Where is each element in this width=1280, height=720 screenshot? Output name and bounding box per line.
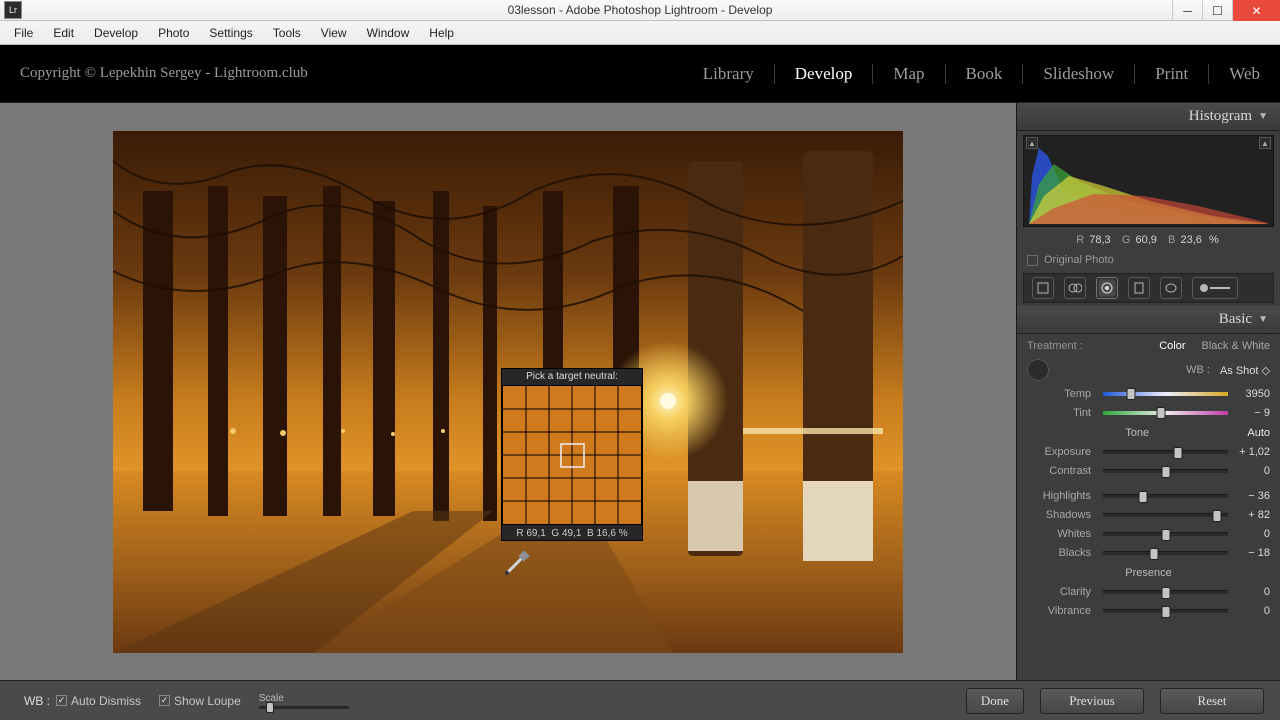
menu-bar: File Edit Develop Photo Settings Tools V…	[0, 21, 1280, 45]
chevron-down-icon: ▼	[1258, 314, 1268, 325]
module-bar: Copyright © Lepekhin Sergey - Lightroom.…	[0, 45, 1280, 103]
scale-slider[interactable]: Scale	[259, 693, 349, 709]
image-canvas[interactable]: Pick a target neutral:	[0, 103, 1017, 680]
highlights-slider[interactable]	[1103, 494, 1228, 498]
temp-label: Temp	[1027, 388, 1091, 400]
highlights-label: Highlights	[1027, 490, 1091, 502]
highlights-value[interactable]: − 36	[1234, 490, 1270, 502]
shadows-value[interactable]: + 82	[1234, 509, 1270, 521]
whites-slider[interactable]	[1103, 532, 1228, 536]
menu-window[interactable]: Window	[357, 23, 420, 43]
auto-dismiss-toggle[interactable]: ✓Auto Dismiss	[56, 694, 141, 708]
maximize-button[interactable]: ☐	[1202, 0, 1232, 21]
gradient-tool-icon[interactable]	[1128, 277, 1150, 299]
loupe-hint: Pick a target neutral:	[502, 369, 642, 385]
shadows-slider[interactable]	[1103, 513, 1228, 517]
checkbox-icon[interactable]	[1027, 255, 1038, 266]
clarity-slider[interactable]	[1103, 590, 1228, 594]
shadows-label: Shadows	[1027, 509, 1091, 521]
auto-tone-button[interactable]: Auto	[1247, 427, 1270, 439]
module-print[interactable]: Print	[1135, 64, 1209, 84]
module-book[interactable]: Book	[946, 64, 1024, 84]
module-list: Library Develop Map Book Slideshow Print…	[683, 64, 1260, 84]
contrast-label: Contrast	[1027, 465, 1091, 477]
menu-edit[interactable]: Edit	[43, 23, 84, 43]
identity-plate: Copyright © Lepekhin Sergey - Lightroom.…	[20, 65, 308, 82]
eyedropper-cursor-icon	[503, 549, 1280, 720]
histogram-readout: R 78,3 G 60,9 B 23,6 %	[1017, 231, 1280, 250]
brush-tool-icon[interactable]	[1192, 277, 1238, 299]
histogram-header[interactable]: Histogram▼	[1017, 103, 1280, 131]
wb-toolbar-label: WB :	[24, 694, 50, 708]
temp-slider[interactable]	[1103, 392, 1228, 396]
module-web[interactable]: Web	[1209, 64, 1260, 84]
tint-value[interactable]: − 9	[1234, 407, 1270, 419]
loupe-readout: R 69,1 G 49,1 B 16,6 %	[502, 525, 642, 542]
treatment-color[interactable]: Color	[1159, 340, 1185, 352]
contrast-slider[interactable]	[1103, 469, 1228, 473]
menu-settings[interactable]: Settings	[199, 23, 262, 43]
menu-help[interactable]: Help	[419, 23, 464, 43]
window-titlebar: Lr 03lesson - Adobe Photoshop Lightroom …	[0, 0, 1280, 21]
vibrance-slider[interactable]	[1103, 609, 1228, 613]
basic-header[interactable]: Basic▼	[1017, 306, 1280, 334]
exposure-value[interactable]: + 1,02	[1234, 446, 1270, 458]
eyedropper-icon[interactable]	[1027, 359, 1049, 381]
menu-view[interactable]: View	[311, 23, 357, 43]
minimize-button[interactable]: ─	[1172, 0, 1202, 21]
close-button[interactable]: ✕	[1232, 0, 1280, 21]
whites-value[interactable]: 0	[1234, 528, 1270, 540]
wb-row: WB : As Shot ◇	[1019, 356, 1278, 384]
tint-label: Tint	[1027, 407, 1091, 419]
photo-preview[interactable]: Pick a target neutral:	[113, 131, 903, 653]
module-slideshow[interactable]: Slideshow	[1023, 64, 1135, 84]
exposure-label: Exposure	[1027, 446, 1091, 458]
blacks-slider[interactable]	[1103, 551, 1228, 555]
menu-develop[interactable]: Develop	[84, 23, 148, 43]
treatment-label: Treatment :	[1027, 340, 1083, 352]
spot-tool-icon[interactable]	[1064, 277, 1086, 299]
highlight-clip-icon[interactable]: ▲	[1259, 137, 1271, 149]
tone-section: Tone	[1027, 427, 1247, 439]
histogram-plot[interactable]: ▲ ▲	[1023, 135, 1274, 227]
exposure-slider[interactable]	[1103, 450, 1228, 454]
shadow-clip-icon[interactable]: ▲	[1026, 137, 1038, 149]
whites-label: Whites	[1027, 528, 1091, 540]
window-title: 03lesson - Adobe Photoshop Lightroom - D…	[0, 3, 1280, 17]
original-photo-toggle[interactable]: Original Photo	[1017, 250, 1280, 273]
menu-photo[interactable]: Photo	[148, 23, 199, 43]
wb-preset-select[interactable]: As Shot ◇	[1220, 364, 1270, 377]
treatment-row: Treatment : Color Black & White	[1019, 334, 1278, 356]
app-icon: Lr	[4, 1, 22, 19]
wb-loupe: Pick a target neutral:	[501, 368, 643, 541]
contrast-value[interactable]: 0	[1234, 465, 1270, 477]
module-develop[interactable]: Develop	[775, 64, 874, 84]
chevron-down-icon: ▼	[1258, 111, 1268, 122]
tool-strip	[1023, 273, 1274, 303]
redeye-tool-icon[interactable]	[1096, 277, 1118, 299]
show-loupe-toggle[interactable]: ✓Show Loupe	[159, 694, 241, 708]
module-map[interactable]: Map	[873, 64, 945, 84]
menu-file[interactable]: File	[4, 23, 43, 43]
tint-slider[interactable]	[1103, 411, 1228, 415]
radial-tool-icon[interactable]	[1160, 277, 1182, 299]
module-library[interactable]: Library	[683, 64, 775, 84]
crop-tool-icon[interactable]	[1032, 277, 1054, 299]
loupe-grid	[502, 385, 642, 525]
menu-tools[interactable]: Tools	[263, 23, 311, 43]
temp-value[interactable]: 3950	[1234, 388, 1270, 400]
treatment-bw[interactable]: Black & White	[1202, 340, 1270, 352]
wb-label: WB :	[1186, 364, 1210, 376]
